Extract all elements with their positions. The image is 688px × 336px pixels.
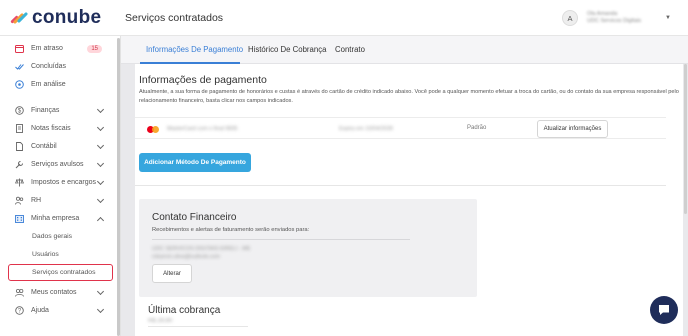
chevron-up-icon (96, 216, 105, 224)
financial-contact-divider (152, 239, 410, 240)
chevron-down-icon (96, 305, 105, 313)
sidebar-item-notas-fiscais[interactable]: Notas fiscais (0, 120, 117, 137)
tab-informacoes-pagamento[interactable]: Informações De Pagamento (146, 45, 243, 54)
tab-historico-cobranca[interactable]: Histórico De Cobrança (248, 45, 326, 54)
conube-logo[interactable]: conube (10, 7, 102, 28)
sidebar-item-contabil[interactable]: Contábil (0, 138, 117, 155)
add-payment-method-button[interactable]: Adicionar Método De Pagamento (139, 153, 251, 172)
analysis-icon (15, 80, 24, 89)
chat-button[interactable] (650, 296, 678, 324)
people-icon (15, 196, 24, 205)
active-item-highlight (8, 264, 113, 281)
tab-contrato[interactable]: Contrato (335, 45, 365, 54)
wrench-icon (15, 160, 24, 169)
double-check-icon (15, 62, 24, 71)
page-title: Serviços contratados (125, 12, 224, 24)
sidebar-item-financas[interactable]: $ Finanças (0, 102, 117, 119)
sidebar-subitem-dados-gerais[interactable]: Dados gerais (32, 233, 72, 240)
payment-info-title: Informações de pagamento (139, 74, 267, 86)
help-icon: ? (15, 306, 24, 315)
sidebar-item-impostos-encargos[interactable]: Impostos e encargos (0, 174, 117, 191)
alter-contact-button[interactable]: Alterar (152, 264, 192, 283)
document-icon (15, 142, 24, 151)
balance-icon (14, 178, 25, 187)
chat-bubble-icon (659, 305, 669, 315)
chevron-down-icon (96, 159, 105, 167)
caret-down-icon[interactable]: ▼ (665, 15, 671, 21)
main-panel: Informações de pagamento Atualmente, a s… (121, 64, 683, 336)
sidebar-scrollbar[interactable] (117, 38, 120, 336)
sidebar-item-meus-contatos[interactable]: Meus contatos (0, 284, 117, 301)
section-divider (135, 185, 666, 186)
contacts-icon (15, 288, 24, 297)
user-company: UDC Servicos Digitais (587, 18, 642, 24)
invoice-icon (15, 124, 24, 133)
main-scrollbar[interactable] (684, 64, 687, 214)
credit-card-row: MasterCard com o final 9835 Expira em 10… (135, 117, 666, 139)
sidebar-subitem-usuarios[interactable]: Usuários (32, 251, 59, 258)
dollar-icon: $ (15, 106, 24, 115)
overdue-count-badge: 15 (87, 44, 102, 53)
logo-text: conube (32, 7, 102, 28)
financial-contact-email: rokarnm.silva@outlook.com (152, 254, 220, 260)
sidebar-item-minha-empresa[interactable]: Minha empresa (0, 210, 117, 227)
last-charge-title: Última cobrança (148, 305, 221, 316)
sidebar-item-servicos-avulsos[interactable]: Serviços avulsos (0, 156, 117, 173)
financial-contact-title: Contato Financeiro (152, 212, 237, 223)
logo-mark-icon (10, 9, 29, 27)
financial-contact-company: UDC SERVICOS DIGITAIS EIRELI - ME (152, 246, 251, 252)
top-bar: conube Serviços contratados A Ola Amanda… (0, 0, 688, 36)
sidebar-item-rh[interactable]: RH (0, 192, 117, 209)
payment-info-description: Atualmente, a sua forma de pagamento de … (139, 89, 679, 104)
user-name: Ola Amanda (587, 11, 618, 17)
chevron-down-icon (96, 177, 105, 185)
user-menu[interactable]: A Ola Amanda UDC Servicos Digitais ▼ (562, 10, 671, 26)
sidebar: Em atraso 15 Concluídas Em análise $ Fin… (0, 36, 121, 336)
sidebar-item-ajuda[interactable]: ? Ajuda (0, 302, 117, 319)
chevron-down-icon (96, 105, 105, 113)
chevron-down-icon (96, 123, 105, 131)
sidebar-item-em-atraso[interactable]: Em atraso 15 (0, 40, 117, 57)
card-name: MasterCard com o final 9835 (167, 126, 238, 132)
sidebar-item-concluidas[interactable]: Concluídas (0, 58, 117, 75)
financial-contact-description: Recebimentos e alertas de faturamento se… (152, 227, 310, 233)
building-icon (15, 214, 24, 223)
card-expiry: Expira em 10/04/2028 (339, 126, 393, 132)
sidebar-item-em-analise[interactable]: Em análise (0, 76, 117, 93)
avatar: A (562, 10, 578, 26)
chevron-down-icon (96, 141, 105, 149)
chevron-down-icon (96, 287, 105, 295)
tab-bar: Informações De Pagamento Histórico De Co… (121, 36, 688, 64)
financial-contact-box: Contato Financeiro Recebimentos e alerta… (139, 199, 477, 297)
update-info-button[interactable]: Atualizar informações (537, 120, 608, 138)
last-charge-value: R$ 29,90 (148, 318, 173, 324)
mastercard-icon (147, 126, 159, 133)
chevron-down-icon (96, 195, 105, 203)
payment-card: Informações de pagamento Atualmente, a s… (135, 64, 683, 336)
calendar-alert-icon (15, 44, 24, 53)
last-charge-divider (148, 326, 248, 327)
default-label: Padrão (467, 125, 487, 131)
